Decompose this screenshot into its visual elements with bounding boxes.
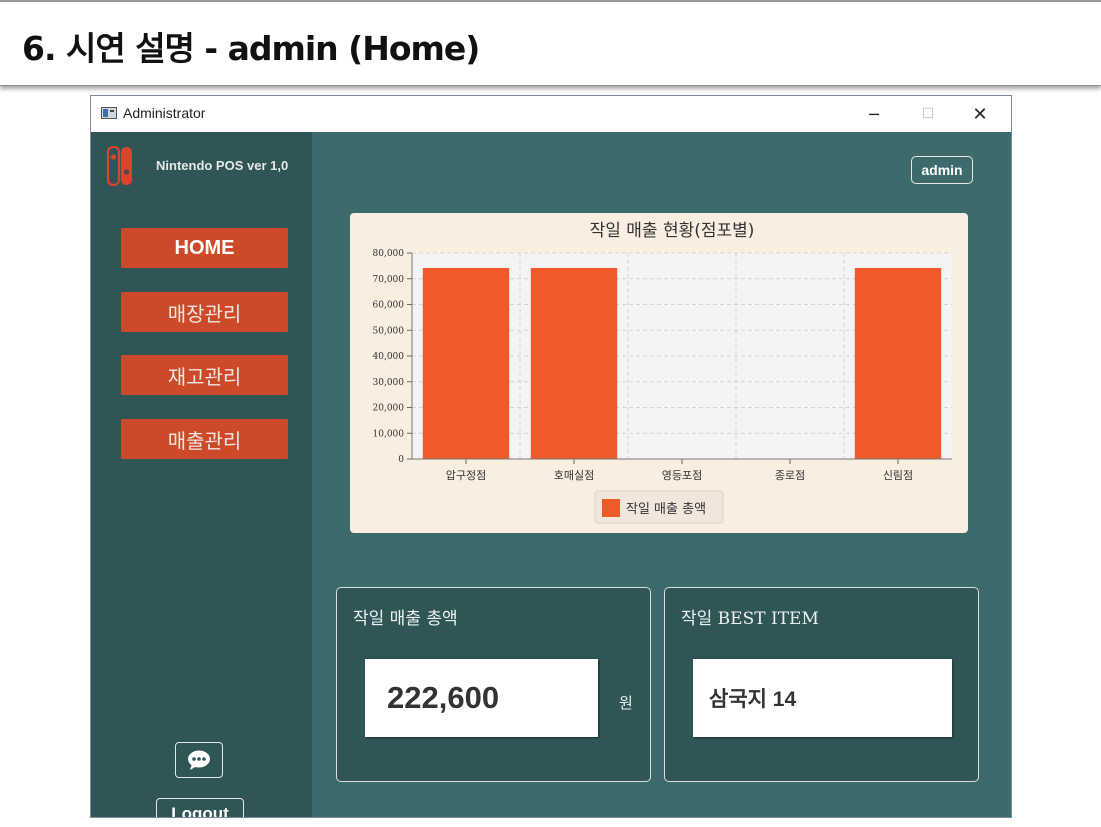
x-tick-label: 종로점 — [775, 469, 805, 482]
sales-card-title: 작일 매출 총액 — [353, 609, 458, 629]
y-tick-label: 80,000 — [373, 249, 405, 259]
y-tick-label: 20,000 — [373, 404, 405, 414]
legend-swatch — [602, 499, 620, 517]
x-tick-label: 영등포점 — [662, 469, 702, 482]
minimize-button[interactable]: ─ — [851, 96, 897, 132]
logout-button[interactable]: Logout — [156, 798, 244, 817]
maximize-button[interactable]: ☐ — [905, 96, 951, 132]
x-tick-label: 압구정점 — [446, 469, 486, 482]
y-tick-label: 0 — [398, 455, 404, 465]
y-tick-label: 70,000 — [373, 275, 405, 285]
currency-unit: 원 — [619, 694, 633, 712]
sales-total-value: 222,600 — [365, 659, 598, 737]
slide-title: 6. 시연 설명 - admin (Home) — [22, 29, 480, 68]
window-title: Administrator — [123, 105, 206, 121]
sales-bar-chart: 작일 매출 현황(점포별) 0 10,000 20,000 30,000 40,000 50… — [373, 221, 952, 524]
best-item-card: 작일 BEST ITEM 삼국지 14 — [664, 587, 979, 782]
nav-sales-management-button[interactable]: 매출관리 — [121, 419, 288, 459]
y-tick-label: 40,000 — [373, 352, 405, 362]
nav-store-management-button[interactable]: 매장관리 — [121, 292, 288, 332]
app-window-icon — [101, 107, 117, 119]
chart-title: 작일 매출 현황(점포별) — [590, 221, 755, 241]
user-badge[interactable]: admin — [911, 156, 973, 184]
close-button[interactable]: ✕ — [957, 96, 1003, 132]
nav-home-button[interactable]: HOME — [121, 228, 288, 268]
y-tick-label: 60,000 — [373, 301, 405, 311]
slide-header: 6. 시연 설명 - admin (Home) — [0, 0, 1101, 86]
chat-button[interactable] — [175, 742, 223, 778]
y-tick-label: 30,000 — [373, 378, 405, 388]
admin-window: Administrator ─ ☐ ✕ Nintendo POS ver 1,0… — [90, 95, 1012, 818]
sales-chart-panel: 작일 매출 현황(점포별) 0 10,000 20,000 30,000 40,000 50… — [350, 213, 968, 533]
y-tick-label: 10,000 — [373, 429, 405, 439]
x-tick-label: 호매실점 — [554, 469, 594, 482]
brand-label: Nintendo POS ver 1,0 — [156, 158, 289, 173]
yesterday-sales-card: 작일 매출 총액 222,600 원 — [336, 587, 651, 782]
legend-label: 작일 매출 총액 — [626, 502, 706, 517]
chat-bubble-icon — [188, 750, 210, 770]
bar — [422, 267, 510, 459]
x-tick-label: 신림점 — [883, 469, 913, 482]
best-item-value: 삼국지 14 — [693, 659, 952, 737]
bar — [530, 267, 618, 459]
best-item-card-title: 작일 BEST ITEM — [681, 609, 819, 629]
nintendo-switch-logo-icon — [107, 146, 133, 186]
bar — [854, 267, 942, 459]
y-tick-label: 50,000 — [373, 326, 405, 336]
nav-inventory-management-button[interactable]: 재고관리 — [121, 355, 288, 395]
sidebar: Nintendo POS ver 1,0 HOME 매장관리 재고관리 매출관리… — [91, 132, 312, 817]
window-titlebar: Administrator ─ ☐ ✕ — [91, 96, 1011, 132]
